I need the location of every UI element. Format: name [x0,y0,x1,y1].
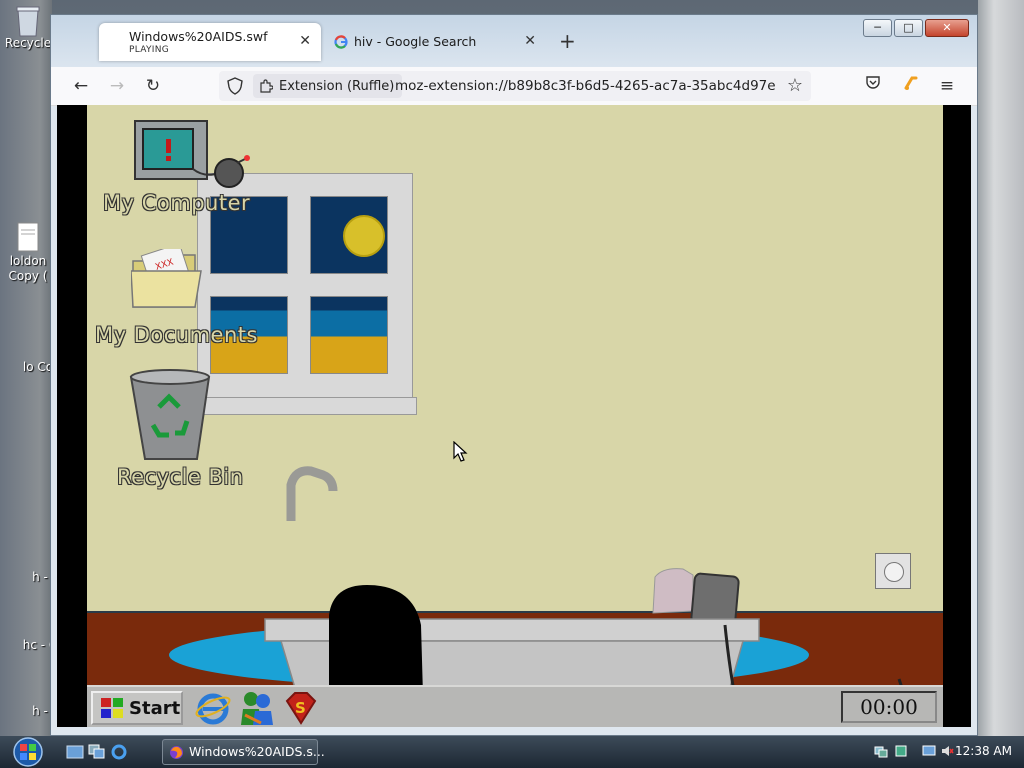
show-desktop-icon[interactable] [66,744,84,760]
windows-flag-icon [101,698,123,718]
security-tray-icon[interactable] [894,744,908,758]
bathtub-scene [264,466,903,685]
mouse-cursor-icon [453,441,468,462]
close-tab-icon[interactable]: ✕ [299,33,311,49]
recycle-bin-icon[interactable] [129,367,211,463]
tab-windows-aids-swf[interactable]: Windows%20AIDS.swf PLAYING ✕ [99,23,321,61]
maximize-icon: □ [903,21,914,34]
maximize-button[interactable]: □ [894,19,923,37]
puzzle-piece-icon [260,79,273,93]
internet-explorer-quicklaunch-icon[interactable] [110,744,128,760]
my-computer-icon[interactable] [133,119,251,189]
flash-taskbar: Start S 00:00 [87,685,943,727]
taskbar-item-label: Windows%20AIDS.s... [189,744,325,759]
browser-window: ─ □ ✕ Windows%20AIDS.swf PLAYING ✕ hiv -… [50,14,978,736]
my-documents-label[interactable]: My Documents [95,323,258,347]
extension-identity-badge[interactable]: Extension (Ruffle) [253,74,403,98]
recycle-bin-icon [15,4,41,37]
window-controls: ─ □ ✕ [863,19,969,37]
start-label: Start [129,697,181,719]
flash-clock: 00:00 [841,691,937,723]
recycle-bin-label[interactable]: Recycle Bin [117,465,244,489]
minimize-button[interactable]: ─ [863,19,892,37]
reload-button[interactable]: ↻ [141,74,165,98]
windows-start-orb-icon[interactable] [8,736,48,768]
close-tab-icon[interactable]: ✕ [524,33,536,49]
navigation-toolbar: ← → ↻ Extension (Ruffle) moz-extension:/… [51,67,977,106]
svg-text:S: S [295,699,306,717]
pocket-icon[interactable] [861,74,885,98]
desktop-icon-label: Recycle [4,36,52,50]
tab-playing-status: PLAYING [129,45,170,55]
display-tray-icon[interactable] [922,744,936,758]
close-icon: ✕ [942,21,952,34]
tab-title: Windows%20AIDS.swf [129,29,268,44]
bookmark-star-icon[interactable]: ☆ [787,75,803,96]
windows-taskbar: Windows%20AIDS.s... 12:38 AM [0,736,1024,768]
firefox-icon [170,746,183,759]
url-text[interactable]: moz-extension://b89b8c3f-b6d5-4265-ac7a-… [395,78,775,94]
window-sill [187,397,417,415]
desktop-icon-recycle[interactable]: Recycle [2,4,54,51]
my-documents-folder-icon[interactable]: XXX [131,249,205,311]
url-bar[interactable]: Extension (Ruffle) moz-extension://b89b8… [219,71,811,101]
tab-title: hiv - Google Search [354,34,477,49]
superman-shield-icon[interactable]: S [283,691,319,725]
tracking-protection-shield-icon[interactable] [227,77,243,95]
window-pane-moon [310,196,388,274]
ruffle-player[interactable]: My Computer XXX My Documents Recycle Bin [57,105,971,727]
desktop-icon-label: loldon Copy ( [8,254,48,283]
switch-windows-icon[interactable] [88,744,106,760]
google-icon [334,35,348,49]
window-pane-lower-right [310,296,388,374]
msn-messenger-icon[interactable] [237,689,277,727]
back-button[interactable]: ← [69,74,93,98]
system-clock[interactable]: 12:38 AM [955,744,1012,758]
minimize-icon: ─ [874,21,881,34]
moon-icon [343,215,385,257]
close-button[interactable]: ✕ [925,19,969,37]
document-icon [15,222,41,252]
volume-muted-icon[interactable] [940,744,954,758]
app-menu-button[interactable]: ≡ [935,74,959,98]
extension-label: Extension (Ruffle) [279,78,395,94]
flash-start-button[interactable]: Start [91,691,183,725]
new-tab-button[interactable]: + [559,31,576,51]
internet-explorer-icon[interactable] [195,691,231,725]
network-tray-icon[interactable] [874,744,888,758]
tab-google-search[interactable]: hiv - Google Search ✕ [326,23,546,61]
desktop-icon-file-1[interactable]: loldon Copy ( [2,222,54,284]
taskbar-item-firefox[interactable]: Windows%20AIDS.s... [162,739,325,765]
forward-button[interactable]: → [105,74,129,98]
flash-stage[interactable]: My Computer XXX My Documents Recycle Bin [87,105,943,727]
my-computer-label[interactable]: My Computer [103,191,250,215]
ruffle-extension-icon[interactable] [899,74,923,98]
